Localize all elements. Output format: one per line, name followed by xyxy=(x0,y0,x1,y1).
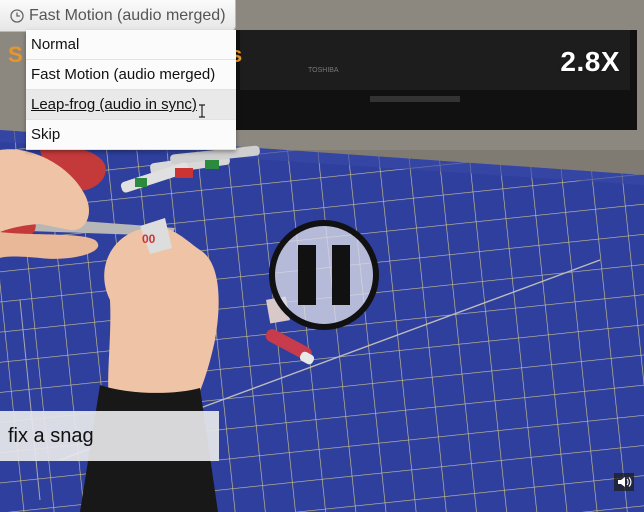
mode-option-fast-motion[interactable]: Fast Motion (audio merged) xyxy=(26,60,236,90)
playback-mode-select[interactable]: Fast Motion (audio merged) xyxy=(0,0,236,32)
volume-button[interactable] xyxy=(614,473,634,491)
playback-speed-label: 2.8X xyxy=(560,46,620,77)
video-caption: fix a snag xyxy=(0,411,219,461)
text-cursor-icon xyxy=(199,104,205,118)
svg-text:00: 00 xyxy=(142,232,156,246)
clock-icon xyxy=(10,8,24,23)
playback-mode-menu: Normal Fast Motion (audio merged) Leap-f… xyxy=(26,30,236,150)
playback-mode-selected: Fast Motion (audio merged) xyxy=(29,6,226,24)
svg-text:TOSHIBA: TOSHIBA xyxy=(308,67,339,74)
speaker-icon xyxy=(618,477,632,487)
svg-text:S: S xyxy=(8,42,23,67)
video-player[interactable]: TOSHIBA 00 S s 2.8X Fast Motion (audio m… xyxy=(0,0,644,512)
pause-icon[interactable] xyxy=(268,219,380,331)
mode-option-skip[interactable]: Skip xyxy=(26,120,236,150)
mode-option-normal[interactable]: Normal xyxy=(26,30,236,60)
